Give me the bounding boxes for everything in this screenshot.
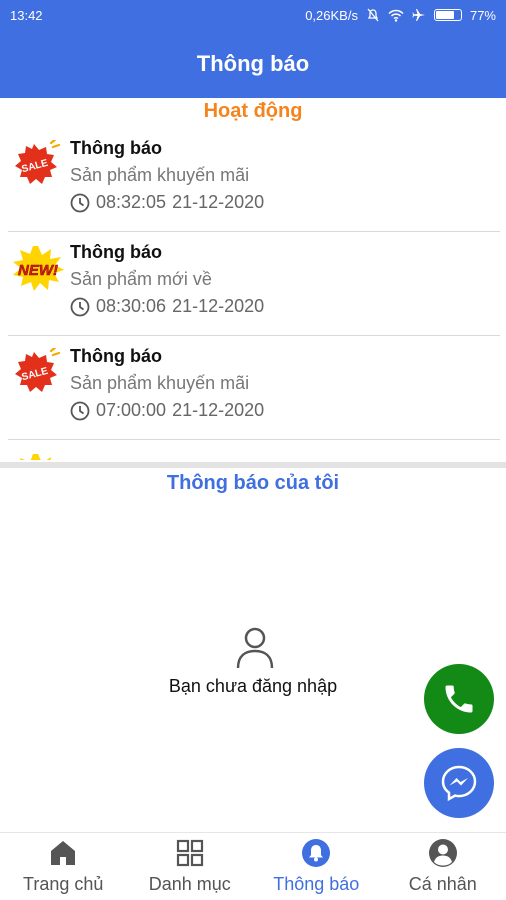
feed-item-date: 21-12-2020 (172, 296, 265, 316)
activity-section-title: Hoạt động (203, 100, 303, 122)
notifications-screen: 13:42 0,26KB/s 77% Thông báo Hoạt động S… (0, 0, 506, 900)
feed-item-time: 07:00:00 (96, 400, 167, 420)
clock-icon (70, 401, 90, 420)
nav-item-label: Trang chủ (23, 874, 104, 894)
list-item[interactable]: SALE Thông báo Sản phẩm khuyến mãi 08:32… (8, 128, 500, 232)
feed-item-timestamp: 08:32:05 21-12-2020 (70, 192, 264, 213)
messenger-icon (441, 765, 477, 802)
nav-item-notifications[interactable]: Thông báo (253, 833, 380, 900)
svg-text:NEW!: NEW! (18, 262, 58, 279)
section-divider (0, 462, 506, 468)
call-button[interactable] (424, 664, 494, 734)
feed-item-text: Thông báo Sản phẩm khuyến mãi 08:32:05 2… (70, 138, 264, 213)
airplane-icon (412, 9, 425, 21)
feed-item-timestamp: 07:00:00 21-12-2020 (70, 400, 264, 421)
feed-item-subtitle: Sản phẩm mới về (70, 269, 212, 289)
feed-item-text: Thông báo Sản phẩm mới về 08:30:06 21-12… (70, 242, 264, 317)
wifi-icon (388, 9, 404, 22)
status-indicators: 0,26KB/s 77% (305, 8, 496, 23)
list-item[interactable]: SALE Thông báo Sản phẩm khuyến mãi 07:00… (8, 336, 500, 440)
new-badge-icon: NEW! (13, 246, 64, 291)
status-bar: 13:42 0,26KB/s 77% (0, 0, 506, 30)
network-speed: 0,26KB/s (305, 7, 358, 23)
feed-item-timestamp: 08:30:06 21-12-2020 (70, 296, 264, 317)
feed-item-text: Thông báo Sản phẩm khuyến mãi 07:00:00 2… (70, 346, 264, 421)
feed-item-time: 08:30:06 (96, 296, 167, 316)
battery-icon (433, 9, 462, 21)
clock-icon (70, 297, 90, 316)
activity-feed[interactable]: SALE Thông báo Sản phẩm khuyến mãi 08:32… (8, 128, 500, 460)
nav-item-home[interactable]: Trang chủ (0, 833, 127, 900)
feed-item-title: Thông báo (70, 138, 162, 158)
bottom-navigation: Trang chủ Danh mục Thông báo Cá nhân (0, 832, 506, 900)
nav-item-label: Danh mục (148, 874, 231, 894)
grid-icon (176, 839, 203, 867)
my-notifications-title: Thông báo của tôi (166, 472, 340, 494)
feed-item-date: 21-12-2020 (172, 400, 265, 420)
list-item[interactable] (8, 440, 500, 460)
feed-item-time: 08:32:05 (96, 192, 167, 212)
feed-item-subtitle: Sản phẩm khuyến mãi (70, 373, 250, 393)
mute-icon (367, 8, 379, 22)
sale-badge-icon: SALE (15, 348, 61, 392)
new-badge-icon (20, 454, 51, 460)
bell-icon (302, 839, 331, 867)
feed-item-title: Thông báo (70, 242, 162, 262)
user-outline-icon (236, 627, 274, 669)
clock-icon (70, 193, 90, 212)
feed-item-subtitle: Sản phẩm khuyến mãi (70, 165, 250, 185)
feed-item-title: Thông báo (70, 346, 162, 366)
nav-item-label: Thông báo (273, 874, 360, 894)
profile-icon (428, 839, 457, 867)
phone-icon (445, 685, 473, 713)
feed-item-date: 21-12-2020 (172, 192, 265, 212)
nav-item-categories[interactable]: Danh mục (127, 833, 254, 900)
home-icon (51, 841, 76, 865)
app-bar: Thông báo (0, 30, 506, 98)
page-title: Thông báo (196, 51, 310, 76)
nav-item-label: Cá nhân (408, 874, 477, 894)
sale-badge-icon: SALE (15, 140, 61, 184)
list-item[interactable]: NEW! Thông báo Sản phẩm mới về 08:30:06 … (8, 232, 500, 336)
battery-percent: 77% (469, 7, 496, 23)
nav-item-profile[interactable]: Cá nhân (380, 833, 506, 900)
messenger-button[interactable] (424, 748, 494, 818)
status-time: 13:42 (10, 7, 43, 23)
